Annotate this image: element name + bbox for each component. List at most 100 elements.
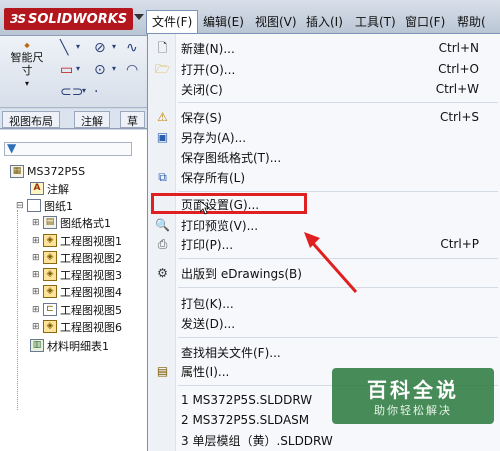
tree-item-sheet-format1[interactable]: ⊞ ▤ 图纸格式1 xyxy=(32,214,111,231)
tree-item-bom1[interactable]: ▥ 材料明细表1 xyxy=(30,337,109,354)
point-icon[interactable]: · xyxy=(94,84,98,100)
sheet-format-icon: ▤ xyxy=(43,216,57,229)
chevron-down-icon[interactable]: ▾ xyxy=(112,42,116,51)
expand-icon[interactable]: ⊞ xyxy=(32,253,41,263)
menu-view[interactable]: 视图(V) xyxy=(250,11,302,31)
tree-item-view4[interactable]: ⊞ ◈ 工程图视图4 xyxy=(32,283,122,300)
ds-logo-mark: 3S xyxy=(10,12,26,26)
chevron-down-icon[interactable]: ▾ xyxy=(76,64,80,73)
chevron-down-icon[interactable]: ▾ xyxy=(112,64,116,73)
menu-item-save[interactable]: ⚠ 保存(S) Ctrl+S xyxy=(148,107,500,127)
menu-item-label: 另存为(A)... xyxy=(181,130,247,145)
command-manager-tabs: 视图布局 注解 草 xyxy=(0,109,148,129)
menu-tools[interactable]: 工具(T) xyxy=(350,11,401,31)
menu-item-open[interactable]: 🗁 打开(O)... Ctrl+O xyxy=(148,59,500,79)
menu-item-recent-3[interactable]: 3 单层模组（黄）.SLDDRW xyxy=(148,430,500,450)
menu-item-label: 保存所有(L) xyxy=(181,170,246,185)
expand-icon[interactable]: ⊞ xyxy=(32,322,41,332)
collapse-icon[interactable]: ⊟ xyxy=(16,201,25,211)
chevron-down-icon: ▾ xyxy=(24,79,29,88)
save-all-icon: ⧉ xyxy=(158,169,167,184)
menu-item-save-as[interactable]: ▣ 另存为(A)... xyxy=(148,127,500,147)
menu-item-label: 3 单层模组（黄）.SLDDRW xyxy=(181,433,333,448)
menu-item-shortcut: Ctrl+W xyxy=(435,82,479,96)
title-bar: 3S SOLIDWORKS 文件(F) 编辑(E) 视图(V) 插入(I) 工具… xyxy=(0,0,500,36)
tree-item-annotations[interactable]: A 注解 xyxy=(30,180,69,197)
chevron-down-icon[interactable]: ▾ xyxy=(76,42,80,51)
filter-icon: ▼ xyxy=(7,141,17,155)
tree-root[interactable]: ▦ MS372P5S xyxy=(10,163,85,180)
dimension-icon: ⬩ xyxy=(24,35,30,54)
menu-item-label: 属性(I)... xyxy=(181,364,230,379)
menu-item-label: 查找相关文件(F)... xyxy=(181,345,281,360)
tree-item-view1[interactable]: ⊞ ◈ 工程图视图1 xyxy=(32,232,122,249)
tree-item-label: 注解 xyxy=(47,182,69,196)
tree-item-label: 工程图视图4 xyxy=(60,285,122,299)
tree-item-view3[interactable]: ⊞ ◈ 工程图视图3 xyxy=(32,266,122,283)
menu-help[interactable]: 帮助( xyxy=(452,11,491,31)
menu-item-shortcut: Ctrl+O xyxy=(438,62,479,76)
expand-icon[interactable]: ⊞ xyxy=(32,305,41,315)
menu-window[interactable]: 窗口(F) xyxy=(400,11,450,31)
section-view-icon: ⊏ xyxy=(43,303,57,316)
rectangle-icon[interactable]: ▭ xyxy=(60,62,73,78)
tab-annotation[interactable]: 注解 xyxy=(74,111,110,128)
polygon-icon[interactable]: ⊙ xyxy=(94,62,106,78)
tab-view-layout[interactable]: 视图布局 xyxy=(2,111,60,128)
tree-item-view2[interactable]: ⊞ ◈ 工程图视图2 xyxy=(32,249,122,266)
menu-item-close[interactable]: 关闭(C) Ctrl+W xyxy=(148,79,500,99)
menu-item-save-sheet-format[interactable]: 保存图纸格式(T)... xyxy=(148,147,500,167)
tree-item-view6[interactable]: ⊞ ◈ 工程图视图6 xyxy=(32,318,122,335)
tree-item-label: 工程图视图1 xyxy=(60,234,122,248)
solidworks-logo[interactable]: 3S SOLIDWORKS xyxy=(4,8,134,30)
watermark-subtitle: 助你轻松解决 xyxy=(374,404,452,417)
circle-icon[interactable]: ⊘ xyxy=(94,40,106,56)
watermark-title: 百科全说 xyxy=(367,378,459,402)
menu-edit[interactable]: 编辑(E) xyxy=(198,11,249,31)
spline-icon[interactable]: ∿ xyxy=(126,40,138,56)
tree-filter[interactable]: ▼ xyxy=(4,141,132,156)
annotation-icon: A xyxy=(30,182,44,195)
expand-icon[interactable]: ⊞ xyxy=(32,218,41,228)
menu-item-label: 新建(N)... xyxy=(181,41,235,56)
menu-item-label: 出版到 eDrawings(B) xyxy=(181,266,302,281)
open-folder-icon: 🗁 xyxy=(155,61,170,76)
menu-item-label: 打印(P)... xyxy=(181,237,234,252)
bom-table-icon: ▥ xyxy=(30,339,44,352)
slot-icon[interactable]: ⊂⊃ xyxy=(60,84,83,100)
tree-item-label: 图纸1 xyxy=(44,199,73,213)
smart-dimension-button[interactable]: ⬩ 智能尺寸 ▾ xyxy=(6,35,48,90)
menu-item-label: 1 MS372P5S.SLDDRW xyxy=(181,393,313,407)
sketch-toolbar: ⬩ 智能尺寸 ▾ ╲ ▾ ⊘ ▾ ∿ ▭ ▾ ⊙ ▾ ◠ ⊂⊃ ▾ · xyxy=(0,36,148,108)
smart-dimension-label: 智能尺寸 xyxy=(10,51,44,77)
tree-connector xyxy=(17,210,18,410)
expand-icon[interactable]: ⊞ xyxy=(32,236,41,246)
menu-item-label: 发送(D)... xyxy=(181,316,236,331)
expand-icon[interactable]: ⊞ xyxy=(32,270,41,280)
menu-item-new[interactable]: 🗋 新建(N)... Ctrl+N xyxy=(148,38,500,58)
save-as-icon: ▣ xyxy=(156,129,169,144)
tab-sketch[interactable]: 草 xyxy=(120,111,145,128)
tree-item-label: 工程图视图5 xyxy=(60,303,122,317)
feature-tree: ▼ ▦ MS372P5S A 注解 ⊟ 图纸1 ⊞ ▤ 图纸格式1 ⊞ ◈ 工程… xyxy=(0,130,148,451)
menu-item-label: 打包(K)... xyxy=(181,296,234,311)
tree-item-label: 图纸格式1 xyxy=(60,216,111,230)
expand-icon[interactable]: ⊞ xyxy=(32,287,41,297)
menu-item-find-references[interactable]: 查找相关文件(F)... xyxy=(148,342,500,362)
menu-file[interactable]: 文件(F) xyxy=(146,10,199,34)
menu-item-shortcut: Ctrl+N xyxy=(438,41,479,55)
arc-icon[interactable]: ◠ xyxy=(126,62,138,78)
sheet-icon xyxy=(27,199,41,212)
logo-dropdown-arrow-icon[interactable] xyxy=(134,14,144,20)
chevron-down-icon[interactable]: ▾ xyxy=(82,86,86,95)
drawing-view-icon: ◈ xyxy=(43,268,57,281)
tree-item-view5[interactable]: ⊞ ⊏ 工程图视图5 xyxy=(32,301,122,318)
menu-item-save-all[interactable]: ⧉ 保存所有(L) xyxy=(148,167,500,187)
menu-item-label: 保存(S) xyxy=(181,110,222,125)
line-icon[interactable]: ╲ xyxy=(60,40,68,56)
menu-insert[interactable]: 插入(I) xyxy=(301,11,348,31)
drawing-view-icon: ◈ xyxy=(43,234,57,247)
red-arrow-icon xyxy=(304,232,358,293)
tree-item-sheet1[interactable]: ⊟ 图纸1 xyxy=(16,197,73,214)
menu-item-send[interactable]: 发送(D)... xyxy=(148,313,500,333)
